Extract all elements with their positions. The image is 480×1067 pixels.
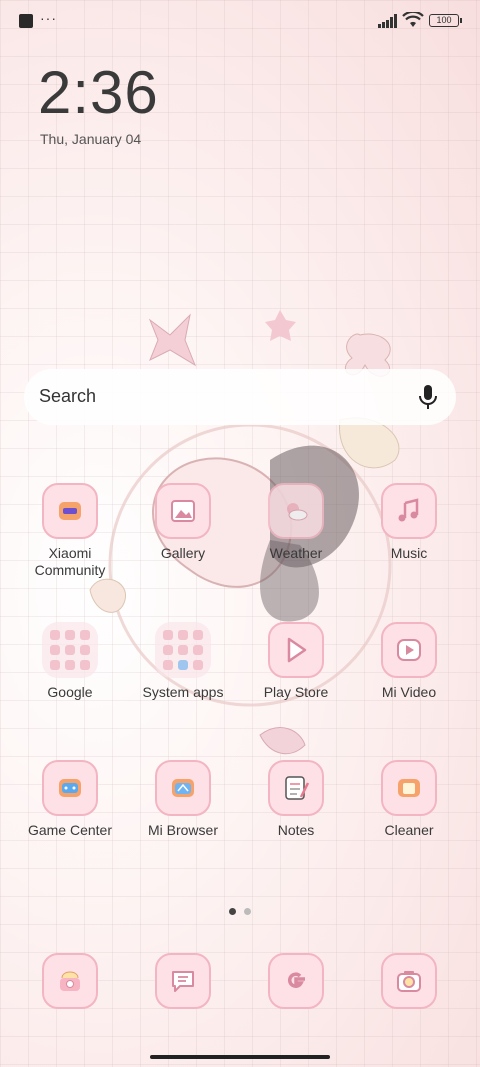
clock-date[interactable]: Thu, January 04: [40, 131, 141, 147]
microphone-icon[interactable]: [418, 384, 438, 410]
weather-icon: [268, 483, 324, 539]
search-placeholder: Search: [39, 386, 97, 406]
app-label: Google: [47, 684, 93, 700]
app-cleaner[interactable]: Cleaner: [354, 760, 464, 839]
mi-video-icon: [381, 622, 437, 678]
app-notes[interactable]: Notes: [241, 760, 351, 839]
app-label: Weather: [269, 545, 323, 561]
overflow-icon: ···: [40, 10, 57, 26]
cleaner-icon: [381, 760, 437, 816]
wifi-icon: [402, 12, 424, 27]
page-indicator-dot[interactable]: [244, 908, 251, 915]
system-apps-folder-icon: [155, 622, 211, 678]
clock-time[interactable]: 2:36: [38, 58, 159, 127]
app-mi-video[interactable]: Mi Video: [354, 622, 464, 701]
xiaomi-community-icon: [42, 483, 98, 539]
dock-google[interactable]: [241, 953, 351, 1009]
app-label: Music: [390, 545, 428, 561]
app-google-folder[interactable]: Google: [15, 622, 125, 701]
game-center-icon: [42, 760, 98, 816]
music-icon: [381, 483, 437, 539]
app-play-store[interactable]: Play Store: [241, 622, 351, 701]
app-mi-browser[interactable]: Mi Browser: [128, 760, 238, 839]
app-label: Cleaner: [384, 822, 434, 838]
app-xiaomi-community[interactable]: Xiaomi Community: [15, 483, 125, 579]
gallery-icon: [155, 483, 211, 539]
app-label: Mi Browser: [147, 822, 218, 838]
app-label: System apps: [142, 684, 224, 700]
phone-icon: [42, 953, 98, 1009]
dock-messages[interactable]: [128, 953, 238, 1009]
mi-browser-icon: [155, 760, 211, 816]
app-label: Play Store: [263, 684, 329, 700]
notes-icon: [268, 760, 324, 816]
battery-icon: 100: [429, 14, 462, 27]
play-store-icon: [268, 622, 324, 678]
app-label: Game Center: [27, 822, 113, 838]
app-weather[interactable]: Weather: [241, 483, 351, 562]
app-label: Xiaomi Community: [34, 545, 106, 578]
app-system-apps-folder[interactable]: System apps: [128, 622, 238, 701]
dock-phone[interactable]: [15, 953, 125, 1009]
app-game-center[interactable]: Game Center: [15, 760, 125, 839]
camera-icon: [381, 953, 437, 1009]
app-label: Gallery: [160, 545, 206, 561]
page-indicator-dot-active[interactable]: [229, 908, 236, 915]
search-bar[interactable]: Search: [24, 369, 456, 425]
home-indicator[interactable]: [150, 1055, 330, 1059]
app-label: Mi Video: [381, 684, 437, 700]
google-icon: [268, 953, 324, 1009]
messages-icon: [155, 953, 211, 1009]
app-gallery[interactable]: Gallery: [128, 483, 238, 562]
app-music[interactable]: Music: [354, 483, 464, 562]
signal-icon: [378, 14, 397, 28]
google-folder-icon: [42, 622, 98, 678]
notification-icon: [19, 14, 33, 28]
app-label: Notes: [277, 822, 315, 838]
status-bar: ··· 100: [0, 0, 480, 40]
dock-camera[interactable]: [354, 953, 464, 1009]
